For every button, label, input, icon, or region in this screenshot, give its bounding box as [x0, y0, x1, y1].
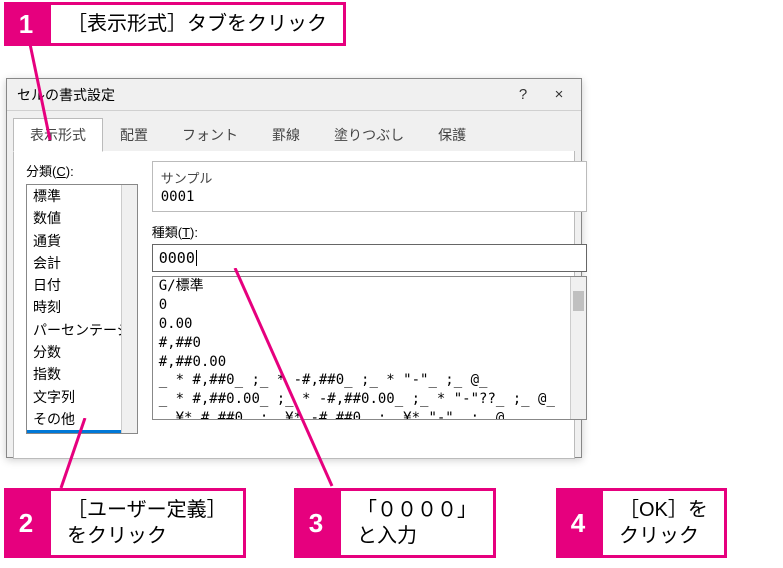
- sample-box: サンプル 0001: [152, 161, 587, 212]
- format-item[interactable]: G/標準: [153, 277, 586, 296]
- type-input-value: 0000: [159, 249, 195, 267]
- format-details-panel: サンプル 0001 種類(T): 0000 G/標準 0 0.00 #,##0 …: [152, 161, 587, 448]
- sample-value: 0001: [161, 189, 578, 205]
- format-item[interactable]: _ ¥* #,##0_ ;_ ¥* -#,##0_ ;_ ¥* "-"_ ;_ …: [153, 409, 586, 420]
- scrollbar-thumb[interactable]: [573, 291, 584, 311]
- dialog-title: セルの書式設定: [17, 85, 505, 105]
- tab-protection[interactable]: 保護: [421, 118, 483, 152]
- type-input[interactable]: 0000: [152, 244, 587, 272]
- category-listbox[interactable]: 標準 数値 通貨 会計 日付 時刻 パーセンテージ 分数 指数 文字列 その他 …: [26, 184, 138, 434]
- tab-alignment[interactable]: 配置: [103, 118, 165, 152]
- tab-number-format[interactable]: 表示形式: [13, 118, 103, 152]
- help-button[interactable]: ?: [505, 82, 541, 108]
- callout-2-number: 2: [4, 488, 48, 558]
- callout-1: 1 ［表示形式］タブをクリック: [4, 2, 346, 46]
- format-item[interactable]: 0: [153, 296, 586, 315]
- callout-4-text: ［OK］を クリック: [600, 488, 727, 558]
- callout-3: 3 「００００」 と入力: [294, 488, 496, 558]
- callout-3-text: 「００００」 と入力: [338, 488, 496, 558]
- callout-1-number: 1: [4, 2, 48, 46]
- category-label: 分類(C):: [26, 161, 138, 180]
- text-cursor: [196, 250, 197, 266]
- callout-2-text: ［ユーザー定義］ をクリック: [48, 488, 246, 558]
- type-label: 種類(T):: [152, 222, 587, 241]
- callout-4: 4 ［OK］を クリック: [556, 488, 727, 558]
- close-button[interactable]: ×: [541, 82, 577, 108]
- tab-border[interactable]: 罫線: [255, 118, 317, 152]
- tab-font[interactable]: フォント: [165, 118, 255, 152]
- sample-label: サンプル: [161, 168, 578, 187]
- format-item[interactable]: 0.00: [153, 315, 586, 334]
- dialog-titlebar: セルの書式設定 ? ×: [7, 79, 581, 111]
- tab-fill[interactable]: 塗りつぶし: [317, 118, 421, 152]
- callout-4-number: 4: [556, 488, 600, 558]
- format-listbox[interactable]: G/標準 0 0.00 #,##0 #,##0.00 _ * #,##0_ ;_…: [152, 276, 587, 420]
- format-cells-dialog: セルの書式設定 ? × 表示形式 配置 フォント 罫線 塗りつぶし 保護 分類(…: [6, 78, 582, 458]
- dialog-body: 分類(C): 標準 数値 通貨 会計 日付 時刻 パーセンテージ 分数 指数 文…: [13, 151, 575, 459]
- category-scrollbar[interactable]: [121, 185, 137, 433]
- format-item[interactable]: #,##0: [153, 334, 586, 353]
- format-item[interactable]: _ * #,##0_ ;_ * -#,##0_ ;_ * "-"_ ;_ @_: [153, 371, 586, 390]
- category-panel: 分類(C): 標準 数値 通貨 会計 日付 時刻 パーセンテージ 分数 指数 文…: [26, 161, 138, 448]
- callout-2: 2 ［ユーザー定義］ をクリック: [4, 488, 246, 558]
- dialog-tabs: 表示形式 配置 フォント 罫線 塗りつぶし 保護: [7, 111, 581, 151]
- format-scrollbar[interactable]: [570, 277, 586, 419]
- callout-1-text: ［表示形式］タブをクリック: [48, 2, 346, 46]
- callout-3-number: 3: [294, 488, 338, 558]
- format-item[interactable]: _ * #,##0.00_ ;_ * -#,##0.00_ ;_ * "-"??…: [153, 390, 586, 409]
- format-item[interactable]: #,##0.00: [153, 353, 586, 372]
